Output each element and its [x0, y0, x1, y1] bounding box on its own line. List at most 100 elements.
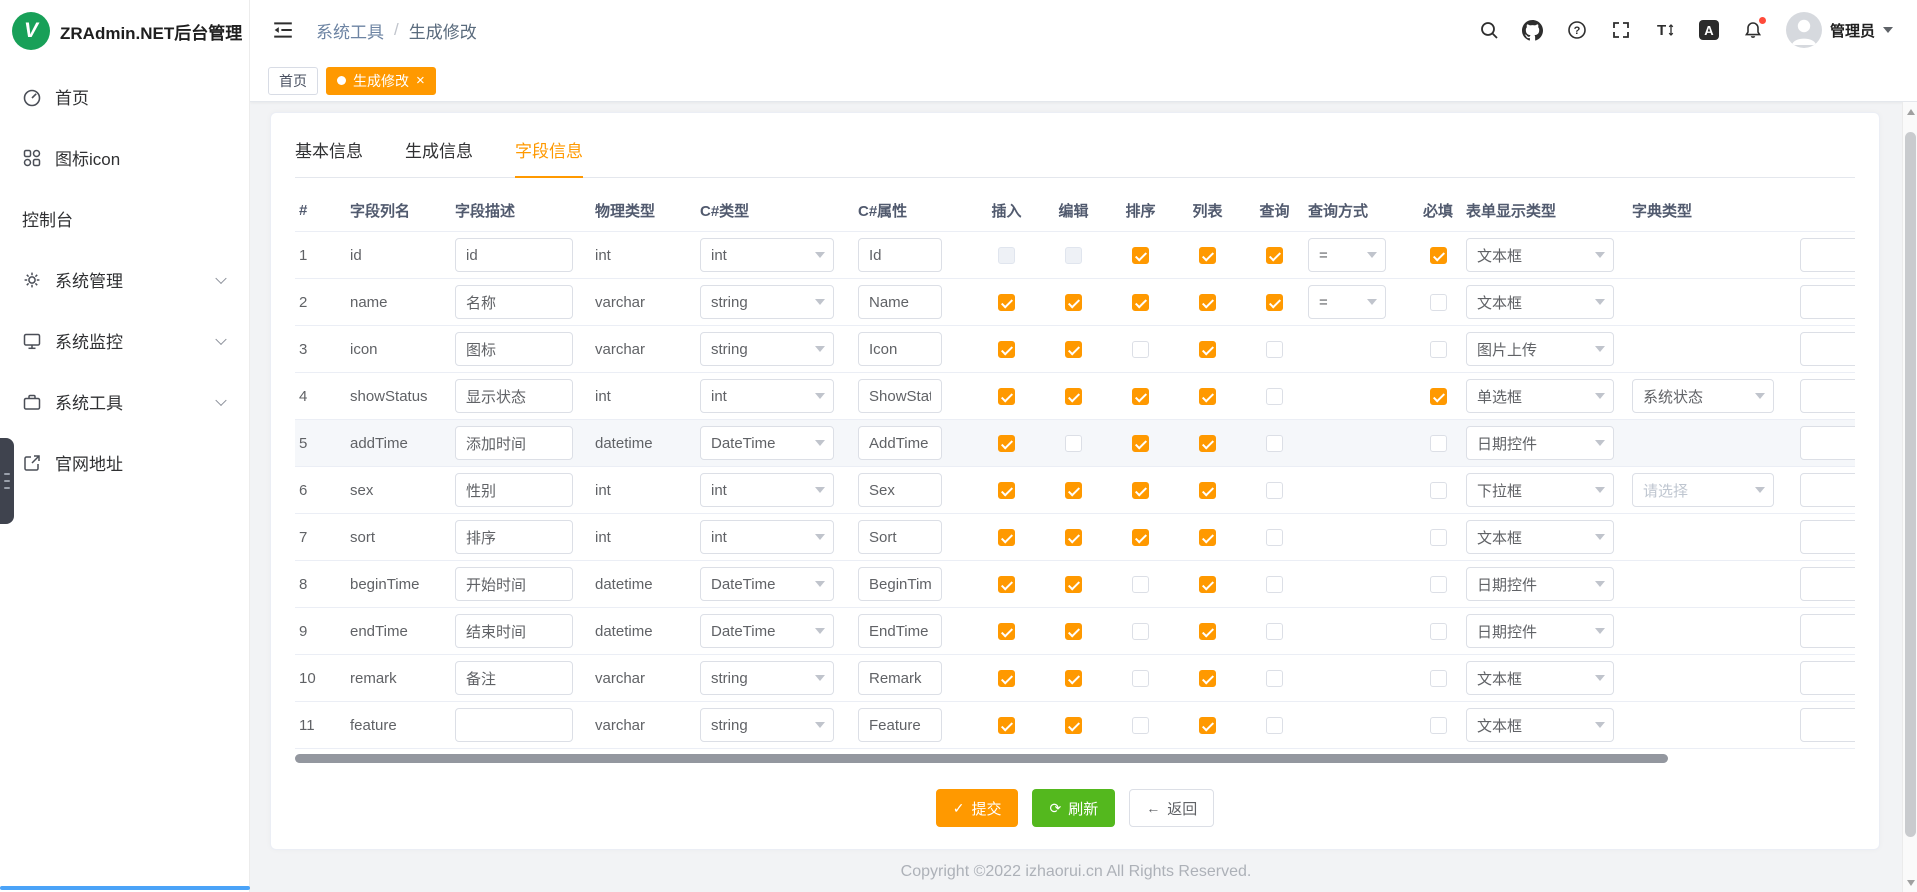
csattr-input[interactable] [858, 567, 942, 601]
queryMode-select[interactable]: = [1308, 238, 1386, 272]
queryMode-select[interactable]: = [1308, 285, 1386, 319]
checkbox-query[interactable] [1266, 623, 1283, 640]
dict-select[interactable]: 请选择 [1632, 473, 1774, 507]
csattr-input[interactable] [858, 426, 942, 460]
checkbox-list[interactable] [1199, 341, 1216, 358]
checkbox-query[interactable] [1266, 576, 1283, 593]
help-icon[interactable]: ? [1566, 19, 1588, 41]
csattr-input[interactable] [858, 614, 942, 648]
checkbox-sort[interactable] [1132, 482, 1149, 499]
extra-input[interactable] [1800, 332, 1855, 366]
extra-input[interactable] [1800, 285, 1855, 319]
checkbox-list[interactable] [1199, 482, 1216, 499]
checkbox-edit[interactable] [1065, 247, 1082, 264]
tab-field-info[interactable]: 字段信息 [515, 137, 583, 177]
sidebar-item-system-monitor[interactable]: 系统监控 [0, 310, 249, 371]
font-size-icon[interactable]: T [1654, 19, 1676, 41]
desc-input[interactable] [455, 379, 573, 413]
checkbox-required[interactable] [1430, 435, 1447, 452]
notification-icon[interactable] [1742, 19, 1764, 41]
collapse-menu-icon[interactable] [272, 19, 294, 41]
display-select[interactable]: 文本框 [1466, 520, 1614, 554]
breadcrumb-item[interactable]: 系统工具 [316, 18, 384, 43]
theme-drawer-handle[interactable] [0, 438, 14, 524]
desc-input[interactable] [455, 332, 573, 366]
checkbox-required[interactable] [1430, 388, 1447, 405]
checkbox-sort[interactable] [1132, 341, 1149, 358]
cstype-select[interactable]: string [700, 332, 834, 366]
display-select[interactable]: 下拉框 [1466, 473, 1614, 507]
checkbox-list[interactable] [1199, 435, 1216, 452]
cstype-select[interactable]: string [700, 661, 834, 695]
csattr-input[interactable] [858, 332, 942, 366]
checkbox-insert[interactable] [998, 482, 1015, 499]
fullscreen-icon[interactable] [1610, 19, 1632, 41]
checkbox-required[interactable] [1430, 341, 1447, 358]
checkbox-query[interactable] [1266, 435, 1283, 452]
checkbox-edit[interactable] [1065, 529, 1082, 546]
checkbox-insert[interactable] [998, 576, 1015, 593]
display-select[interactable]: 图片上传 [1466, 332, 1614, 366]
avatar[interactable] [1786, 12, 1822, 48]
checkbox-edit[interactable] [1065, 435, 1082, 452]
extra-input[interactable] [1800, 473, 1855, 507]
checkbox-sort[interactable] [1132, 670, 1149, 687]
csattr-input[interactable] [858, 238, 942, 272]
checkbox-insert[interactable] [998, 529, 1015, 546]
checkbox-sort[interactable] [1132, 388, 1149, 405]
sidebar-item-system-tools[interactable]: 系统工具 [0, 371, 249, 432]
tab-basic-info[interactable]: 基本信息 [295, 137, 363, 177]
checkbox-sort[interactable] [1132, 435, 1149, 452]
checkbox-query[interactable] [1266, 670, 1283, 687]
app-logo[interactable]: V ZRAdmin.NET后台管理 [0, 0, 249, 62]
extra-input[interactable] [1800, 238, 1855, 272]
language-icon[interactable]: A [1698, 19, 1720, 41]
desc-input[interactable] [455, 473, 573, 507]
csattr-input[interactable] [858, 379, 942, 413]
checkbox-sort[interactable] [1132, 717, 1149, 734]
csattr-input[interactable] [858, 520, 942, 554]
checkbox-insert[interactable] [998, 294, 1015, 311]
display-select[interactable]: 文本框 [1466, 708, 1614, 742]
display-select[interactable]: 文本框 [1466, 661, 1614, 695]
back-button[interactable]: ← 返回 [1129, 789, 1214, 827]
extra-input[interactable] [1800, 567, 1855, 601]
desc-input[interactable] [455, 708, 573, 742]
checkbox-list[interactable] [1199, 529, 1216, 546]
close-icon[interactable]: × [416, 73, 425, 88]
checkbox-sort[interactable] [1132, 529, 1149, 546]
display-select[interactable]: 日期控件 [1466, 614, 1614, 648]
checkbox-insert[interactable] [998, 341, 1015, 358]
cstype-select[interactable]: int [700, 520, 834, 554]
checkbox-edit[interactable] [1065, 388, 1082, 405]
checkbox-query[interactable] [1266, 388, 1283, 405]
checkbox-edit[interactable] [1065, 482, 1082, 499]
extra-input[interactable] [1800, 379, 1855, 413]
checkbox-edit[interactable] [1065, 717, 1082, 734]
cstype-select[interactable]: DateTime [700, 426, 834, 460]
cstype-select[interactable]: DateTime [700, 567, 834, 601]
checkbox-edit[interactable] [1065, 576, 1082, 593]
desc-input[interactable] [455, 661, 573, 695]
cstype-select[interactable]: DateTime [700, 614, 834, 648]
desc-input[interactable] [455, 238, 573, 272]
scroll-up-arrow-icon[interactable] [1903, 104, 1917, 119]
scroll-down-arrow-icon[interactable] [1903, 875, 1917, 890]
checkbox-required[interactable] [1430, 482, 1447, 499]
github-icon[interactable] [1522, 19, 1544, 41]
checkbox-list[interactable] [1199, 294, 1216, 311]
checkbox-query[interactable] [1266, 294, 1283, 311]
cstype-select[interactable]: string [700, 708, 834, 742]
checkbox-edit[interactable] [1065, 294, 1082, 311]
extra-input[interactable] [1800, 614, 1855, 648]
checkbox-insert[interactable] [998, 247, 1015, 264]
checkbox-edit[interactable] [1065, 623, 1082, 640]
display-select[interactable]: 日期控件 [1466, 426, 1614, 460]
extra-input[interactable] [1800, 708, 1855, 742]
checkbox-required[interactable] [1430, 717, 1447, 734]
checkbox-list[interactable] [1199, 576, 1216, 593]
desc-input[interactable] [455, 614, 573, 648]
csattr-input[interactable] [858, 661, 942, 695]
checkbox-insert[interactable] [998, 623, 1015, 640]
checkbox-query[interactable] [1266, 482, 1283, 499]
